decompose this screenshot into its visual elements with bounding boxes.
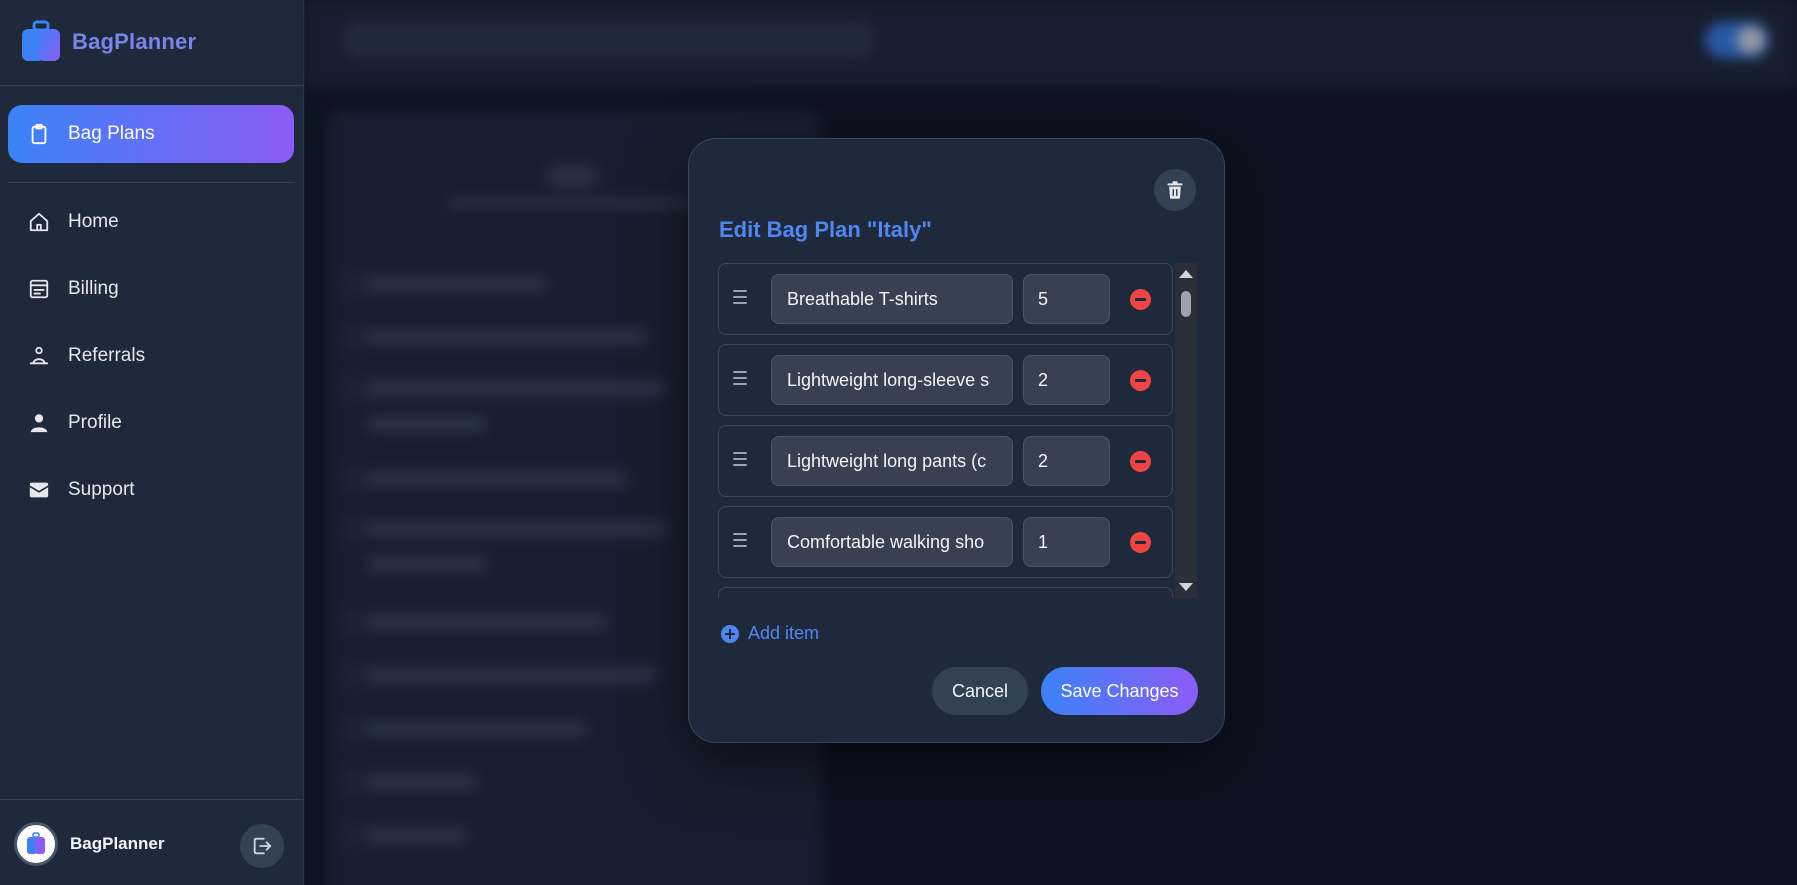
luggage-icon <box>22 20 60 61</box>
drag-handle-icon[interactable] <box>733 290 747 306</box>
remove-item-icon[interactable] <box>1130 289 1151 310</box>
modal-title: Edit Bag Plan "Italy" <box>719 217 932 242</box>
logout-icon <box>253 837 272 855</box>
scroll-up-icon[interactable] <box>1179 270 1193 278</box>
item-name-input[interactable] <box>771 517 1013 567</box>
items-list[interactable] <box>718 263 1177 598</box>
list-item <box>718 344 1173 416</box>
avatar[interactable] <box>14 822 58 866</box>
sidebar-item-label: Bag Plans <box>68 123 155 144</box>
item-quantity-input[interactable] <box>1023 355 1110 405</box>
drag-handle-icon[interactable] <box>733 452 747 468</box>
user-name: BagPlanner <box>70 834 165 853</box>
remove-item-icon[interactable] <box>1130 451 1151 472</box>
luggage-icon <box>27 832 45 854</box>
brand[interactable]: BagPlanner <box>20 20 196 64</box>
item-name-input[interactable] <box>771 274 1013 324</box>
billing-icon <box>29 279 49 299</box>
save-changes-button[interactable]: Save Changes <box>1041 667 1198 715</box>
sidebar-item-home[interactable]: Home <box>8 193 294 251</box>
remove-item-icon[interactable] <box>1130 370 1151 391</box>
sidebar-item-label: Support <box>68 479 135 500</box>
sidebar-divider <box>0 85 303 86</box>
clipboard-icon <box>31 123 47 145</box>
sidebar-item-referrals[interactable]: Referrals <box>8 327 294 385</box>
item-quantity-input[interactable] <box>1023 436 1110 486</box>
referrals-icon <box>29 346 49 365</box>
list-item <box>718 263 1173 335</box>
brand-name: BagPlanner <box>72 29 197 54</box>
scroll-down-icon[interactable] <box>1179 583 1193 591</box>
item-name-input[interactable] <box>771 355 1013 405</box>
sidebar-item-label: Referrals <box>68 345 146 366</box>
sidebar-item-label: Profile <box>68 412 122 433</box>
sidebar-item-support[interactable]: Support <box>8 461 294 519</box>
sidebar-item-profile[interactable]: Profile <box>8 394 294 452</box>
list-item <box>718 506 1173 578</box>
sidebar: BagPlanner Bag Plans Home Billing Referr… <box>0 0 304 885</box>
item-quantity-input[interactable] <box>1023 517 1110 567</box>
scrollbar-thumb[interactable] <box>1181 291 1191 317</box>
home-icon <box>29 212 49 232</box>
sidebar-footer: BagPlanner <box>0 799 303 885</box>
item-name-input[interactable] <box>771 436 1013 486</box>
list-item <box>718 587 1173 598</box>
list-item <box>718 425 1173 497</box>
sidebar-item-billing[interactable]: Billing <box>8 260 294 318</box>
delete-plan-button[interactable] <box>1154 169 1196 211</box>
logout-button[interactable] <box>240 824 284 868</box>
item-quantity-input[interactable] <box>1023 274 1110 324</box>
sidebar-item-label: Billing <box>68 278 119 299</box>
sidebar-item-bag-plans[interactable]: Bag Plans <box>8 105 294 163</box>
edit-bag-plan-modal: Edit Bag Plan "Italy" Breathable T-shirt… <box>688 138 1225 743</box>
add-item-button[interactable]: Add item <box>720 623 819 644</box>
remove-item-icon[interactable] <box>1130 532 1151 553</box>
drag-handle-icon[interactable] <box>733 371 747 387</box>
user-icon <box>30 414 48 433</box>
envelope-icon <box>29 482 49 498</box>
cancel-button[interactable]: Cancel <box>932 667 1028 715</box>
trash-icon <box>1167 181 1183 199</box>
sidebar-item-label: Home <box>68 211 119 232</box>
add-item-label: Add item <box>748 623 820 643</box>
drag-handle-icon[interactable] <box>733 533 747 549</box>
plus-circle-icon <box>721 624 739 643</box>
sidebar-divider <box>8 182 295 183</box>
items-scrollbar[interactable] <box>1175 263 1197 598</box>
